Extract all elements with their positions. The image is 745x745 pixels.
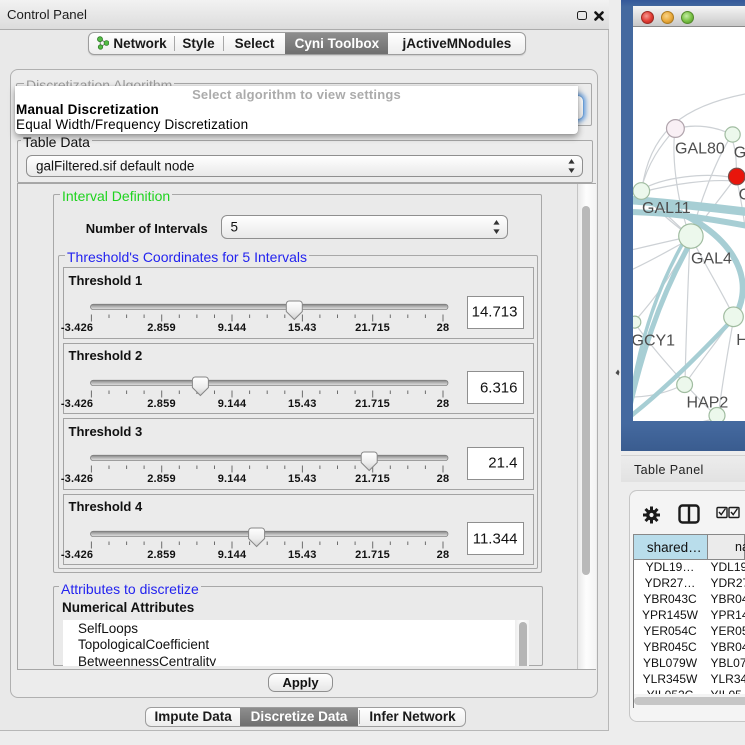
svg-text:GA: GA <box>734 145 745 162</box>
svg-text:9.144: 9.144 <box>218 549 247 561</box>
svg-text:GCY1: GCY1 <box>633 332 675 349</box>
svg-text:21.715: 21.715 <box>355 473 390 485</box>
svg-text:-3.426: -3.426 <box>61 398 93 410</box>
svg-text:21.715: 21.715 <box>355 322 390 334</box>
svg-text:2.859: 2.859 <box>147 398 176 410</box>
svg-text:GAL4: GAL4 <box>691 251 732 268</box>
svg-text:-3.426: -3.426 <box>61 322 93 334</box>
svg-text:15.43: 15.43 <box>288 473 317 485</box>
svg-text:-3.426: -3.426 <box>61 473 93 485</box>
svg-text:21.715: 21.715 <box>355 398 390 410</box>
svg-text:2.859: 2.859 <box>147 322 176 334</box>
svg-text:15.43: 15.43 <box>288 549 317 561</box>
svg-text:2.859: 2.859 <box>147 549 176 561</box>
svg-text:-3.426: -3.426 <box>61 549 93 561</box>
svg-text:28: 28 <box>437 473 450 485</box>
svg-text:H: H <box>736 332 745 349</box>
svg-text:28: 28 <box>437 398 450 410</box>
svg-text:28: 28 <box>437 322 450 334</box>
svg-text:GAL11: GAL11 <box>642 200 691 217</box>
svg-text:15.43: 15.43 <box>288 322 317 334</box>
svg-text:28: 28 <box>437 549 450 561</box>
svg-text:GAL80: GAL80 <box>675 141 725 158</box>
svg-text:21.715: 21.715 <box>355 549 390 561</box>
svg-text:15.43: 15.43 <box>288 398 317 410</box>
svg-text:HAP2: HAP2 <box>687 395 729 412</box>
svg-text:2.859: 2.859 <box>147 473 176 485</box>
svg-text:9.144: 9.144 <box>218 398 247 410</box>
svg-text:9.144: 9.144 <box>218 473 247 485</box>
svg-text:C: C <box>739 187 745 204</box>
svg-text:9.144: 9.144 <box>218 322 247 334</box>
